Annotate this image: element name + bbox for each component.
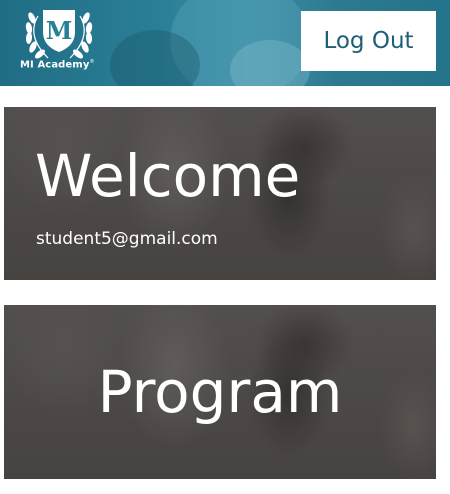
program-card[interactable]: Program [4, 305, 436, 479]
app-header: M MI Academy® Log Out [0, 0, 450, 86]
logo-letter: M [46, 16, 73, 45]
registered-mark: ® [89, 59, 95, 65]
logo-text: MI Academy® [20, 59, 95, 70]
logo-name: MI Academy [20, 59, 90, 71]
welcome-card[interactable]: Welcome student5@gmail.com [4, 107, 436, 280]
welcome-title: Welcome [35, 142, 301, 210]
user-email: student5@gmail.com [36, 229, 218, 249]
program-title: Program [97, 358, 343, 426]
logout-button[interactable]: Log Out [301, 11, 436, 71]
